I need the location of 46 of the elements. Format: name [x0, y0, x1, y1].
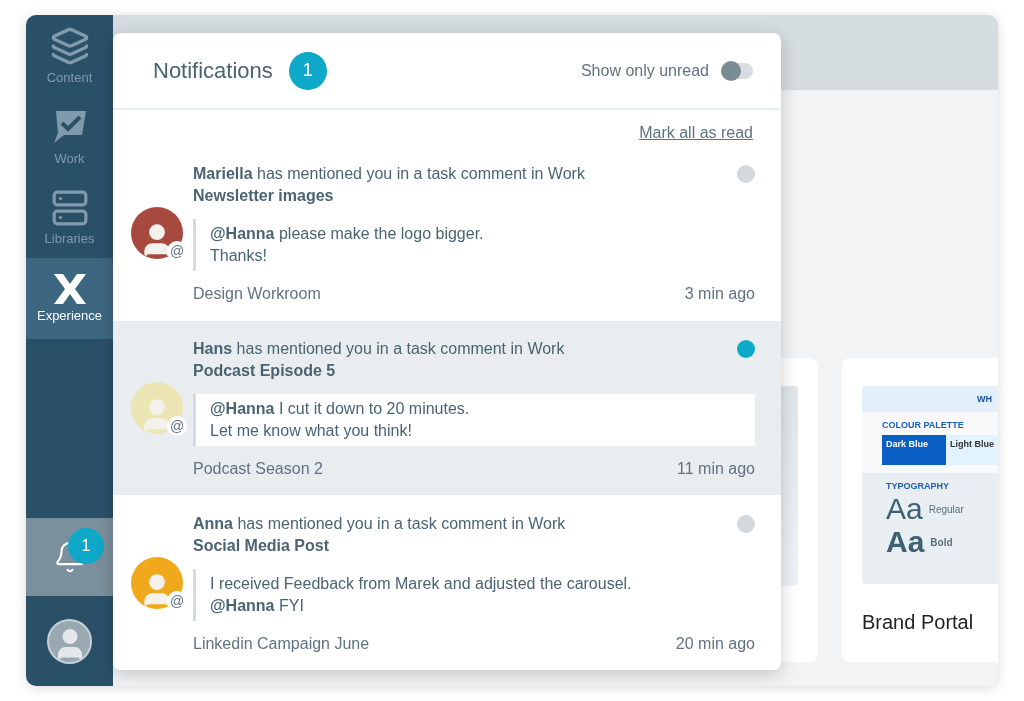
sidebar-item[interactable]: Experience	[26, 258, 113, 339]
colour-swatch: Dark Blue	[882, 435, 946, 465]
server-stack-icon	[50, 189, 89, 227]
mark-all-read-link[interactable]: Mark all as read	[639, 124, 753, 142]
toggle-label: Show only unread	[580, 61, 709, 80]
section-title: COLOUR PALETTE	[882, 420, 965, 430]
type-sample: Aa	[886, 494, 923, 524]
notification-subject: Social Media Post	[193, 535, 331, 556]
unread-dot[interactable]	[737, 514, 755, 533]
x-logo-icon	[53, 274, 86, 304]
notification-heading: Hans has mentioned you in a task comment in Work	[193, 339, 565, 359]
comment-text: Let me know what you think!	[210, 421, 413, 441]
source-name: Linkedin Campaign June	[193, 634, 370, 653]
mention-mark: @	[167, 416, 187, 436]
layers-icon	[49, 26, 90, 66]
colour-swatch: Light Blue	[946, 435, 998, 465]
unread-toggle[interactable]	[721, 62, 753, 79]
unread-dot[interactable]	[737, 340, 755, 358]
notification-item[interactable]: @ Anna has mentioned you in a task comment in Work Social Media Post I received Feedback from Marek and adjusted the carousel. @Hanna FYI Linkedin Campaign June 20 min ago	[113, 495, 781, 670]
timestamp: 11 min ago	[677, 460, 755, 478]
notification-subject: Newsletter images	[193, 186, 335, 207]
unread-dot[interactable]	[737, 165, 755, 184]
profile-avatar[interactable]	[47, 618, 92, 664]
unread-count: 1	[288, 51, 327, 90]
notification-item[interactable]: @ Mariella has mentioned you in a task comment in Work Newsletter images @Hanna please make the logo bigger. Thanks! Design Workroom 3 min ago	[113, 146, 781, 321]
notification-count: 1	[68, 528, 104, 564]
notification-heading: Mariella has mentioned you in a task comment in Work	[193, 164, 585, 185]
comment-text: @Hanna please make the logo bigger.	[210, 224, 485, 245]
section-title: TYPOGRAPHY	[886, 481, 950, 491]
comment-text: Thanks!	[210, 246, 268, 267]
notification-subject: Podcast Episode 5	[193, 361, 337, 381]
weight-label: Regular	[928, 503, 964, 515]
preview-header: WH	[862, 386, 998, 412]
comment-text: I received Feedback from Marek and adjusted the carousel.	[210, 573, 633, 594]
notification-heading: Anna has mentioned you in a task comment in Work	[193, 513, 566, 534]
timestamp: 20 min ago	[675, 634, 755, 653]
type-sample: Aa	[886, 527, 925, 557]
weight-label: Bold	[930, 536, 953, 548]
comment-text: @Hanna FYI	[210, 595, 305, 616]
notification-item[interactable]: @ Hans has mentioned you in a task comment in Work Podcast Episode 5 @Hanna I cut it down to 20 minutes. Let me know what you think! Podcast Season 2 11 min ago	[113, 320, 781, 496]
source-name: Podcast Season 2	[193, 460, 323, 478]
timestamp: 3 min ago	[684, 285, 755, 304]
comment-text: @Hanna I cut it down to 20 minutes.	[210, 399, 471, 419]
card-title: Brand Portal	[862, 611, 975, 634]
source-name: Design Workroom	[193, 285, 321, 304]
panel-title: Notifications	[153, 57, 273, 84]
